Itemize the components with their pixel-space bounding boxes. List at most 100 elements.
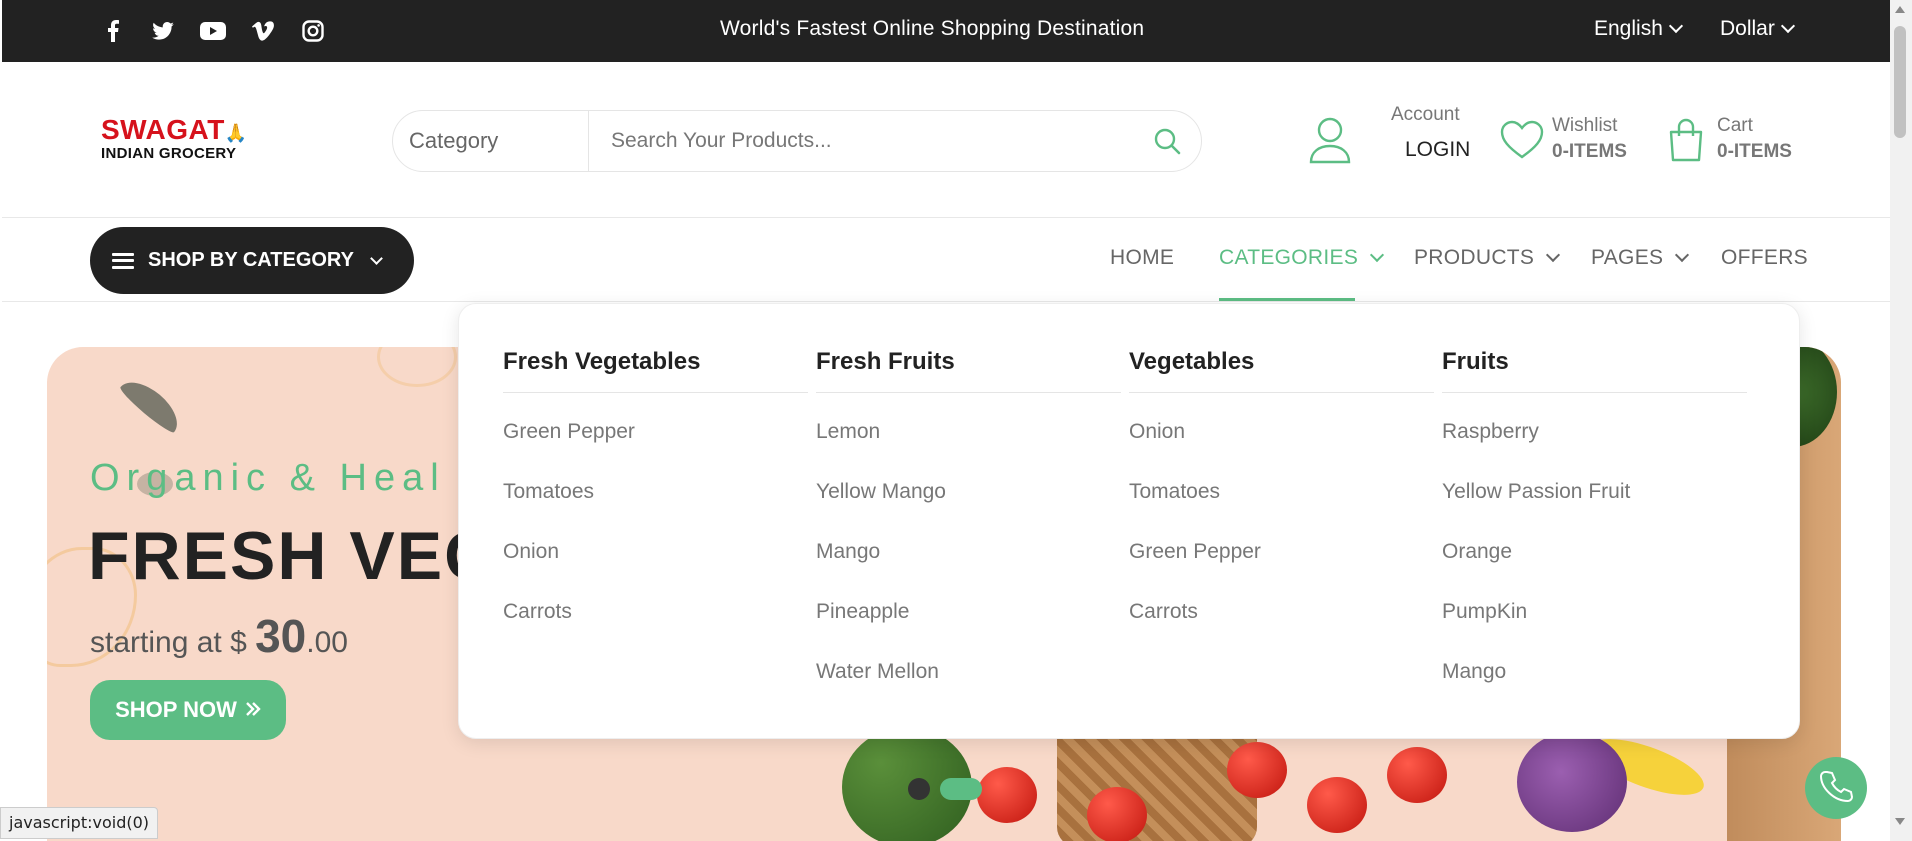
price-whole: 30	[255, 610, 307, 662]
login-link[interactable]: LOGIN	[1391, 138, 1470, 162]
dropdown-link[interactable]: Yellow Passion Fruit	[1442, 465, 1747, 525]
cart-count: 0-ITEMS	[1717, 141, 1792, 162]
search-icon[interactable]	[1153, 127, 1181, 160]
dropdown-link[interactable]: Tomatoes	[1129, 465, 1434, 525]
dropdown-link[interactable]: Tomatoes	[503, 465, 808, 525]
dropdown-link[interactable]: Green Pepper	[503, 405, 808, 465]
nav-item-categories[interactable]: CATEGORIES	[1219, 246, 1385, 270]
scroll-up-arrow-icon[interactable]	[1895, 6, 1905, 13]
call-button[interactable]	[1805, 757, 1867, 819]
dropdown-link[interactable]: Carrots	[503, 585, 808, 645]
wishlist-link[interactable]: Wishlist 0-ITEMS	[1552, 115, 1627, 163]
nav-item-label: PRODUCTS	[1414, 246, 1535, 269]
nav-item-products[interactable]: PRODUCTS	[1414, 246, 1561, 270]
cart-link[interactable]: Cart 0-ITEMS	[1717, 115, 1792, 163]
search-input[interactable]	[611, 125, 1131, 157]
dropdown-link[interactable]: Pineapple	[816, 585, 1121, 645]
dropdown-link[interactable]: Orange	[1442, 525, 1747, 585]
price-prefix: starting at $	[90, 626, 256, 659]
nav-item-label: OFFERS	[1721, 246, 1808, 269]
dropdown-column-title[interactable]: Fruits	[1442, 348, 1747, 393]
main-nav: SHOP BY CATEGORY HOME CATEGORIES PRODUCT…	[2, 218, 1890, 302]
dropdown-link[interactable]: Green Pepper	[1129, 525, 1434, 585]
dropdown-link[interactable]: Onion	[503, 525, 808, 585]
dropdown-column-title[interactable]: Fresh Vegetables	[503, 348, 808, 393]
chevron-down-icon	[370, 251, 383, 265]
nav-item-label: PAGES	[1591, 246, 1664, 269]
facebook-icon[interactable]	[88, 17, 138, 45]
wishlist-count: 0-ITEMS	[1552, 141, 1627, 162]
dropdown-link[interactable]: Mango	[1442, 645, 1747, 705]
dropdown-link[interactable]: Mango	[816, 525, 1121, 585]
shopping-bag-icon[interactable]	[1668, 118, 1704, 167]
slider-dot[interactable]	[908, 778, 930, 800]
scrollbar-thumb[interactable]	[1894, 26, 1906, 138]
hamburger-menu-icon	[112, 252, 134, 269]
browser-status-bar: javascript:void(0)	[0, 807, 159, 839]
dropdown-link[interactable]: Carrots	[1129, 585, 1434, 645]
top-bar: World's Fastest Online Shopping Destinat…	[2, 0, 1890, 62]
tomato-image	[977, 767, 1037, 823]
account-link[interactable]: Account LOGIN	[1391, 104, 1470, 162]
active-nav-underline	[1219, 298, 1355, 301]
basket-image	[1057, 737, 1257, 841]
twitter-icon[interactable]	[138, 17, 188, 45]
tomato-image	[1087, 787, 1147, 841]
currency-label: Dollar	[1720, 17, 1775, 40]
dropdown-column: Fruits Raspberry Yellow Passion Fruit Or…	[1442, 348, 1747, 705]
social-links	[88, 17, 338, 45]
nav-item-offers[interactable]: OFFERS	[1721, 246, 1808, 270]
shop-now-label: SHOP NOW	[115, 697, 237, 722]
dropdown-column: Vegetables Onion Tomatoes Green Pepper C…	[1129, 348, 1434, 645]
dropdown-link[interactable]: Onion	[1129, 405, 1434, 465]
dropdown-column-title[interactable]: Fresh Fruits	[816, 348, 1121, 393]
banner-tagline: Organic & Heal	[90, 457, 446, 499]
shop-now-button[interactable]: SHOP NOW	[90, 680, 286, 740]
dropdown-link[interactable]: Yellow Mango	[816, 465, 1121, 525]
heart-icon[interactable]	[1500, 120, 1544, 165]
chevron-down-icon	[1675, 247, 1690, 263]
dropdown-column-title[interactable]: Vegetables	[1129, 348, 1434, 393]
tomato-image	[1227, 742, 1287, 798]
search-category-select[interactable]: Category	[393, 111, 589, 171]
price-cents: .00	[306, 626, 348, 659]
nav-item-home[interactable]: HOME	[1110, 246, 1174, 270]
dropdown-link[interactable]: Raspberry	[1442, 405, 1747, 465]
nav-item-pages[interactable]: PAGES	[1591, 246, 1690, 270]
slider-pagination	[908, 778, 982, 800]
chevron-down-icon	[1780, 18, 1795, 34]
chevron-down-icon	[1370, 247, 1385, 263]
logo-subtitle: INDIAN GROCERY	[101, 145, 237, 162]
language-selector[interactable]: English	[1594, 17, 1683, 41]
categories-dropdown: Fresh Vegetables Green Pepper Tomatoes O…	[458, 303, 1800, 739]
account-label: Account	[1391, 104, 1460, 125]
search-bar: Category	[392, 110, 1202, 172]
page-scrollbar[interactable]	[1890, 0, 1912, 841]
site-header: SWAGAT🙏 INDIAN GROCERY Category Account …	[2, 62, 1890, 218]
dropdown-column: Fresh Fruits Lemon Yellow Mango Mango Pi…	[816, 348, 1121, 705]
user-icon[interactable]	[1309, 116, 1351, 169]
instagram-icon[interactable]	[288, 17, 338, 45]
wishlist-label: Wishlist	[1552, 115, 1618, 136]
decorative-outline	[377, 347, 457, 387]
scroll-down-arrow-icon[interactable]	[1895, 818, 1905, 825]
language-label: English	[1594, 17, 1663, 40]
site-logo[interactable]: SWAGAT🙏 INDIAN GROCERY	[101, 114, 281, 162]
banner-title: FRESH VEG	[88, 518, 499, 594]
shop-by-category-button[interactable]: SHOP BY CATEGORY	[90, 227, 414, 294]
namaste-hands-icon: 🙏	[224, 123, 248, 143]
top-tagline: World's Fastest Online Shopping Destinat…	[720, 17, 1145, 40]
logo-brand-name: SWAGAT	[101, 114, 225, 145]
vimeo-icon[interactable]	[238, 17, 288, 45]
cart-label: Cart	[1717, 115, 1753, 136]
decorative-leaf	[117, 372, 187, 436]
dropdown-link[interactable]: Lemon	[816, 405, 1121, 465]
nav-item-label: CATEGORIES	[1219, 246, 1359, 269]
youtube-icon[interactable]	[188, 17, 238, 45]
slider-dot-active[interactable]	[940, 778, 982, 800]
dropdown-link[interactable]: PumpKin	[1442, 585, 1747, 645]
shop-by-category-label: SHOP BY CATEGORY	[148, 249, 354, 271]
dropdown-link[interactable]: Water Mellon	[816, 645, 1121, 705]
nav-item-label: HOME	[1110, 246, 1175, 269]
currency-selector[interactable]: Dollar	[1720, 17, 1795, 41]
